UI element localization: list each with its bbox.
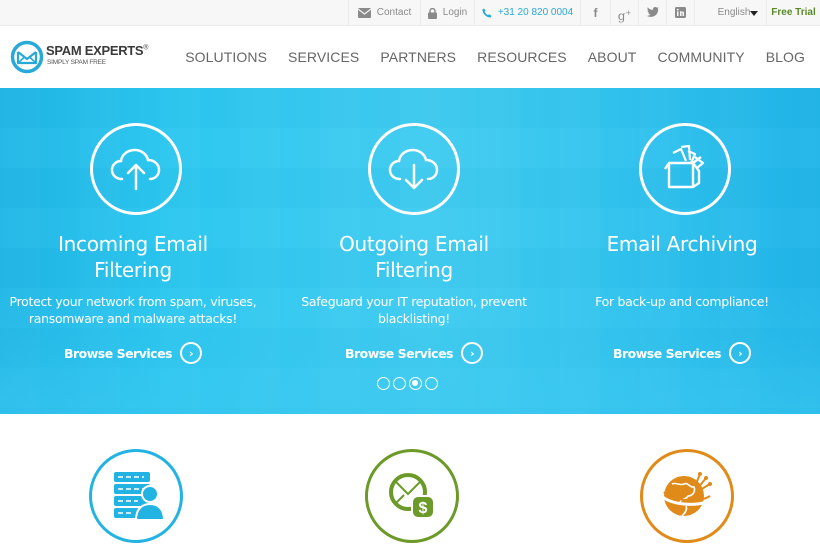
server-user-icon [114,472,164,521]
browse-services-label: Browse Services [63,345,173,361]
slide-description: Protect your network from spam, viruses,… [0,293,273,327]
contact-label: Contact [376,7,412,18]
nav-partners[interactable]: PARTNERS [380,49,456,65]
nav-services[interactable]: SERVICES [288,49,359,65]
archive-box-icon [664,144,705,189]
linkedin-icon [675,6,686,18]
contact-link[interactable]: Contact [348,0,420,26]
nav-solutions[interactable]: SOLUTIONS [185,49,267,65]
slide-title-line1: Incoming Email [58,232,208,256]
carousel-dot-1[interactable] [377,377,390,390]
phone-number: +31 20 820 0004 [497,7,574,18]
email-dollar-icon: $ [389,473,435,519]
feature-email-pricing[interactable]: $ [365,449,459,543]
brand-name: SPAM EXPERTS® [46,43,148,58]
brand-name-text: SPAM EXPERTS [46,43,144,58]
carousel-dot-4[interactable] [425,377,438,390]
browse-services-button[interactable]: Browse Services › [542,342,820,364]
slide-title-line1: Email Archiving [606,232,758,256]
slide-desc-line1: Safeguard your IT reputation, prevent [301,294,527,309]
slide-icon-circle [368,123,460,215]
nav-about[interactable]: ABOUT [588,49,637,65]
main-nav: SOLUTIONS SERVICES PARTNERS RESOURCES AB… [164,26,805,88]
google-plus-link[interactable]: g+ [610,0,638,26]
browse-services-label: Browse Services [612,345,722,361]
carousel-pagination [377,377,441,390]
slide-title-line1: Outgoing Email [339,232,489,256]
phone-link[interactable]: +31 20 820 0004 [474,0,580,26]
logo[interactable]: SPAM EXPERTS® SIMPLY SPAM FREE [10,40,150,74]
linkedin-link[interactable] [666,0,694,26]
site-header: SPAM EXPERTS® SIMPLY SPAM FREE SOLUTIONS… [0,26,820,88]
facebook-link[interactable]: f [580,0,610,26]
slide-description: For back-up and compliance! [542,293,820,310]
free-trial-link[interactable]: Free Trial [766,0,820,26]
envelope-icon [357,8,371,18]
slide-title: Incoming Email Filtering [0,231,273,283]
slide-desc-line2: blacklisting! [378,311,450,326]
chevron-right-circle-icon: › [461,342,483,364]
slide-icon-circle [90,123,182,215]
slide-title-line2: Filtering [375,258,453,282]
nav-community[interactable]: COMMUNITY [657,49,744,65]
nav-blog[interactable]: BLOG [766,49,805,65]
slide-icon-circle [639,123,731,215]
slide-title-line2: Filtering [94,258,172,282]
google-plus-icon: g+ [617,9,632,23]
brand-tagline: SIMPLY SPAM FREE [47,59,106,66]
slide-title: Outgoing Email Filtering [274,231,554,283]
browse-services-label: Browse Services [344,345,454,361]
feature-global-network[interactable] [640,449,734,543]
chevron-right-circle-icon: › [180,342,202,364]
cloud-download-icon [388,148,439,190]
envelope-logo-icon [10,40,44,74]
browse-services-button[interactable]: Browse Services › [0,342,273,364]
slide-title: Email Archiving [542,231,820,257]
carousel-dot-3-active[interactable] [409,377,422,390]
login-label: Login [442,7,468,18]
slide-desc-line1: For back-up and compliance! [595,294,769,309]
globe-orbit-icon [660,472,712,517]
carousel-dot-2[interactable] [393,377,406,390]
cloud-upload-icon [110,148,161,191]
hero-carousel: Incoming Email Filtering Protect your net… [0,88,820,414]
caret-down-icon [750,11,758,16]
nav-resources[interactable]: RESOURCES [477,49,567,65]
language-select[interactable]: English [694,0,766,26]
language-value: English [717,7,751,18]
phone-icon [482,8,492,18]
lock-icon [427,7,437,19]
feature-hosted-server[interactable] [89,449,183,543]
browse-services-button[interactable]: Browse Services › [274,342,554,364]
login-link[interactable]: Login [420,0,474,26]
facebook-icon: f [593,6,598,20]
slide-desc-line2: ransomware and malware attacks! [28,311,238,326]
top-utility-bar: Contact Login +31 20 820 0004 f g+ Engli… [0,0,820,26]
registered-mark: ® [143,44,149,52]
twitter-link[interactable] [638,0,666,26]
svg-text:$: $ [419,500,428,517]
chevron-right-circle-icon: › [729,342,751,364]
slide-description: Safeguard your IT reputation, prevent bla… [274,293,554,327]
slide-desc-line1: Protect your network from spam, viruses, [9,294,257,309]
twitter-icon [646,7,659,18]
